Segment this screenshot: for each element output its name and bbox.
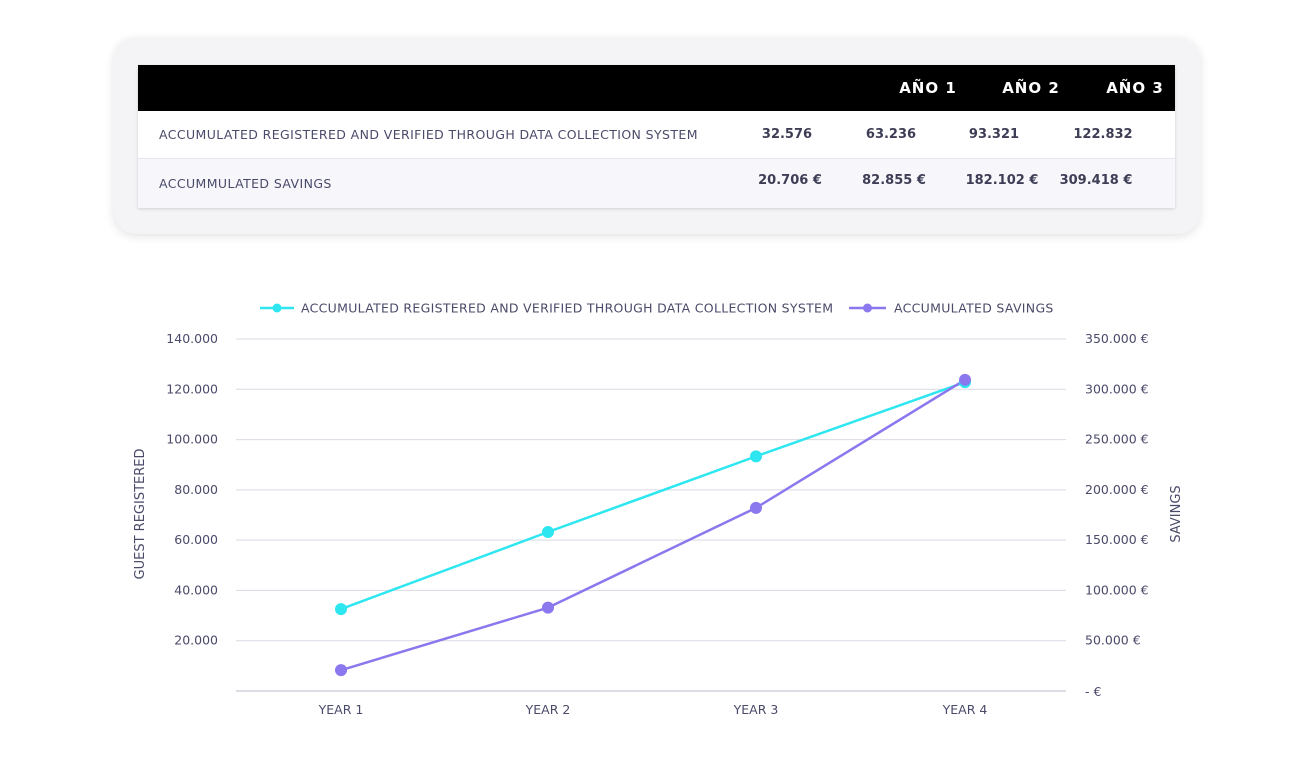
y2-tick-label: - €	[1085, 684, 1101, 699]
y2-tick-label: 50.000 €	[1085, 633, 1141, 648]
legend-label: ACCUMULATED REGISTERED AND VERIFIED THRO…	[301, 301, 833, 316]
series-line-2	[340, 378, 966, 672]
series-line-1	[340, 380, 966, 611]
data-point	[335, 603, 347, 616]
y-tick-label: 100.000	[166, 432, 218, 447]
data-point	[335, 664, 347, 677]
series-lines	[340, 378, 966, 672]
y-tick-label: 80.000	[174, 482, 218, 497]
y2-tick-label: 200.000 €	[1085, 482, 1149, 497]
y2-tick-label: 300.000 €	[1085, 381, 1149, 396]
y-tick-label: 20.000	[174, 633, 218, 648]
x-tick-label: YEAR 3	[733, 702, 779, 717]
x-tick-label: YEAR 2	[525, 702, 571, 717]
data-point	[750, 450, 762, 463]
data-point	[959, 373, 971, 386]
data-points	[335, 373, 971, 677]
y2-tick-label: 100.000 €	[1085, 582, 1149, 597]
y-axis-title: GUEST REGISTERED	[133, 449, 148, 580]
x-tick-label: YEAR 4	[942, 702, 988, 717]
legend-label: ACCUMULATED SAVINGS	[894, 301, 1054, 316]
data-point	[542, 601, 554, 614]
x-tick-label: YEAR 1	[318, 702, 364, 717]
y2-tick-label: 350.000 €	[1085, 331, 1149, 346]
y-tick-label: 40.000	[174, 582, 218, 597]
y-tick-label: 120.000	[166, 381, 218, 396]
y-tick-label: 140.000	[166, 331, 218, 346]
data-point	[542, 526, 554, 539]
y2-tick-label: 150.000 €	[1085, 532, 1149, 547]
axis-text: 20.000 40.000 60.000 80.000 100.000 120.000 14…	[133, 301, 1184, 718]
y2-axis-title: SAVINGS	[1169, 485, 1184, 542]
legend-swatch-dot	[272, 303, 282, 313]
y2-tick-label: 250.000 €	[1085, 432, 1149, 447]
line-chart: 20.000 40.000 60.000 80.000 100.000 120.000 14…	[133, 301, 1184, 718]
legend-swatch-dot	[863, 303, 872, 313]
y-tick-label: 60.000	[174, 532, 218, 547]
data-point	[750, 501, 762, 514]
